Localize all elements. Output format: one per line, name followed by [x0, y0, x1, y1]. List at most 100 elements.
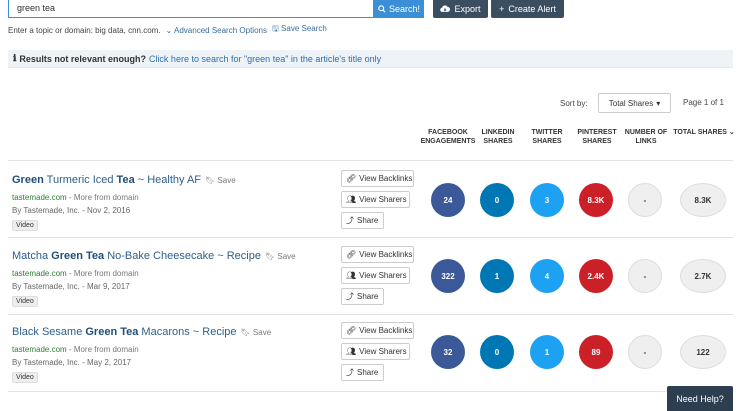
result-domain[interactable]: tastemade.com - More from domain: [12, 345, 139, 354]
need-help-button[interactable]: Need Help?: [667, 386, 733, 411]
total-shares: 122: [680, 335, 726, 369]
bookmark-icon: 🔖︎: [240, 328, 251, 337]
share-button[interactable]: ⤴ Share: [341, 364, 384, 381]
search-button-label: Search!: [388, 4, 421, 14]
sharers-label: View Sharers: [359, 271, 407, 280]
bookmark-icon: 🔖︎: [205, 176, 216, 185]
col-links-line2: LINKS: [635, 138, 657, 145]
cloud-download-icon: [440, 5, 451, 13]
col-facebook-line1: FACEBOOK: [428, 129, 468, 136]
video-tag: Video: [12, 372, 38, 383]
view-backlinks-button[interactable]: 🔗︎ View Backlinks: [341, 322, 414, 339]
row-divider: [8, 160, 733, 161]
save-search-link[interactable]: 🖫 Save Search: [272, 23, 327, 37]
share-label: Share: [357, 292, 379, 301]
number-of-links[interactable]: -: [628, 183, 662, 217]
domain-text: tastemade.com: [12, 193, 67, 202]
col-links-line1: NUMBER OF: [624, 129, 668, 136]
share-icon: ⤴: [346, 368, 354, 377]
linkedin-shares: 0: [480, 183, 514, 217]
chevron-down-icon: ▾: [656, 98, 661, 108]
title-highlight: Green Tea: [85, 326, 139, 338]
title-part: No-Bake Cheesecake ~ Recipe: [104, 250, 261, 262]
view-sharers-button[interactable]: 👥︎ View Sharers: [341, 343, 410, 360]
share-button[interactable]: ⤴ Share: [341, 212, 384, 229]
more-from-domain[interactable]: - More from domain: [67, 345, 139, 354]
view-backlinks-button[interactable]: 🔗︎ View Backlinks: [341, 170, 414, 187]
helper-hint: Enter a topic or domain: big data, cnn.c…: [8, 25, 161, 35]
sort-select[interactable]: Total Shares ▾: [598, 93, 671, 113]
save-link[interactable]: 🔖︎ Save: [265, 252, 296, 261]
save-link[interactable]: 🔖︎ Save: [205, 176, 236, 185]
domain-text: tastemade.com: [12, 345, 67, 354]
advanced-search-label: Advanced Search Options: [174, 25, 267, 35]
result-domain[interactable]: tastemade.com - More from domain: [12, 193, 139, 202]
more-from-domain[interactable]: - More from domain: [67, 269, 139, 278]
col-links[interactable]: NUMBER OF LINKS: [618, 128, 674, 146]
row-divider: [8, 391, 733, 392]
linkedin-shares: 1: [480, 259, 514, 293]
row-divider: [8, 237, 733, 238]
title-highlight: Tea: [116, 174, 135, 186]
col-linkedin[interactable]: LINKEDIN SHARES: [470, 128, 526, 146]
chevron-down-icon: ⌄: [728, 129, 735, 136]
col-pinterest-line1: PINTEREST: [577, 129, 617, 136]
backlinks-label: View Backlinks: [359, 250, 413, 259]
col-facebook-line2: ENGAGEMENTS: [420, 138, 476, 145]
view-backlinks-button[interactable]: 🔗︎ View Backlinks: [341, 246, 414, 263]
floppy-icon: 🖫: [271, 24, 279, 33]
banner-prefix: Results not relevant enough?: [19, 53, 146, 64]
title-part: Turmeric Iced: [43, 174, 117, 186]
facebook-engagements: 32: [431, 335, 465, 369]
export-button[interactable]: Export: [433, 0, 488, 18]
view-sharers-button[interactable]: 👥︎ View Sharers: [341, 267, 410, 284]
save-link[interactable]: 🔖︎ Save: [241, 328, 272, 337]
number-of-links[interactable]: -: [628, 335, 662, 369]
search-icon: [378, 5, 386, 13]
title-part: Matcha: [12, 250, 52, 262]
col-pinterest[interactable]: PINTEREST SHARES: [569, 128, 625, 146]
pinterest-shares: 89: [579, 335, 613, 369]
link-icon: 🔗︎: [346, 174, 357, 183]
chevron-down-icon: ⌄: [165, 25, 173, 35]
col-total-shares[interactable]: TOTAL SHARES ⌄: [672, 128, 736, 137]
twitter-shares: 3: [530, 183, 564, 217]
result-meta: By Tastemade, Inc. - Mar 9, 2017: [12, 282, 130, 291]
title-part: Macarons ~ Recipe: [138, 326, 237, 338]
title-highlight: Green Tea: [51, 250, 105, 262]
users-icon: 👥︎: [346, 271, 357, 280]
view-sharers-button[interactable]: 👥︎ View Sharers: [341, 191, 410, 208]
search-input[interactable]: green tea: [8, 0, 374, 18]
advanced-search-link[interactable]: ⌄ Advanced Search Options: [166, 26, 267, 35]
backlinks-label: View Backlinks: [359, 174, 413, 183]
result-title[interactable]: Black Sesame Green Tea Macarons ~ Recipe…: [12, 326, 271, 338]
result-domain[interactable]: tastemade.com - More from domain: [12, 269, 139, 278]
total-shares: 8.3K: [680, 183, 726, 217]
search-button[interactable]: Search!: [374, 0, 424, 18]
number-of-links[interactable]: -: [628, 259, 662, 293]
twitter-shares: 1: [530, 335, 564, 369]
result-title[interactable]: Green Turmeric Iced Tea ~ Healthy AF 🔖︎ S…: [12, 174, 236, 186]
result-title[interactable]: Matcha Green Tea No-Bake Cheesecake ~ Re…: [12, 250, 296, 262]
facebook-engagements: 24: [431, 183, 465, 217]
title-part: ~ Healthy AF: [134, 174, 202, 186]
save-label: Save: [217, 176, 236, 185]
save-search-label: Save Search: [281, 24, 327, 33]
share-label: Share: [357, 368, 379, 377]
share-button[interactable]: ⤴ Share: [341, 288, 384, 305]
col-facebook[interactable]: FACEBOOK ENGAGEMENTS: [420, 128, 476, 146]
col-total-line1: TOTAL SHARES: [673, 129, 727, 136]
domain-text: tastemade.com: [12, 269, 67, 278]
link-icon: 🔗︎: [346, 326, 357, 335]
sharers-label: View Sharers: [359, 347, 407, 356]
title-highlight: Green: [12, 174, 44, 186]
create-alert-button[interactable]: + Create Alert: [491, 0, 564, 18]
col-twitter[interactable]: TWITTER SHARES: [519, 128, 575, 146]
linkedin-shares: 0: [480, 335, 514, 369]
create-alert-label: Create Alert: [508, 4, 556, 14]
col-twitter-line1: TWITTER: [531, 129, 563, 136]
save-label: Save: [252, 328, 272, 337]
video-tag: Video: [12, 220, 38, 231]
title-search-link[interactable]: Click here to search for "green tea" in …: [149, 54, 381, 64]
more-from-domain[interactable]: - More from domain: [67, 193, 139, 202]
